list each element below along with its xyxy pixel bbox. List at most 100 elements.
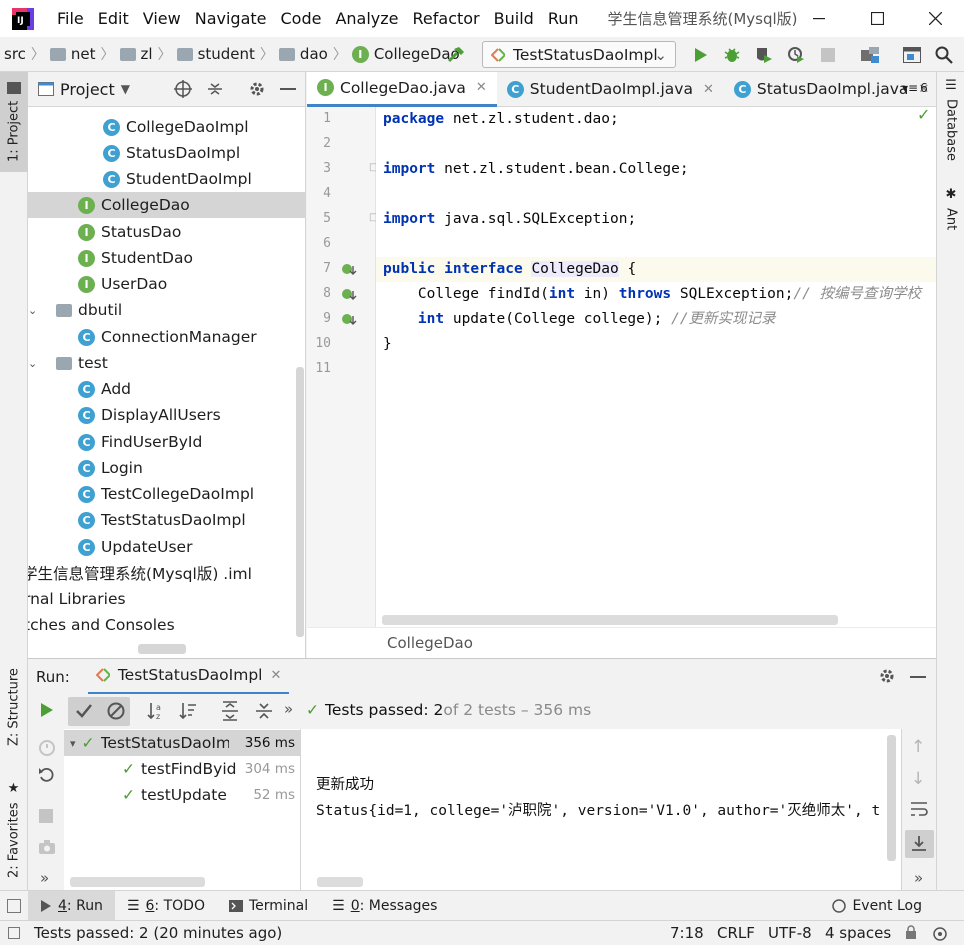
- tree-item-external-libraries[interactable]: rnal Libraries: [28, 586, 126, 612]
- search-icon[interactable]: [934, 45, 954, 65]
- soft-wrap-icon[interactable]: [910, 801, 928, 817]
- tree-item-iml-file[interactable]: 学生信息管理系统(Mysql版) .iml: [28, 560, 252, 586]
- menu-code[interactable]: Code: [274, 9, 329, 28]
- tool-tab-project[interactable]: 1: Project: [0, 72, 28, 172]
- menu-analyze[interactable]: Analyze: [328, 9, 405, 28]
- tree-item-add[interactable]: C Add: [78, 376, 131, 402]
- tree-item-scratches[interactable]: tches and Consoles: [28, 612, 175, 638]
- tool-messages[interactable]: ☰ 0: Messages: [320, 891, 449, 921]
- implemented-marker-icon[interactable]: [341, 262, 357, 278]
- file-encoding[interactable]: UTF-8: [768, 924, 812, 942]
- gear-icon[interactable]: [878, 667, 896, 685]
- arrow-down-icon[interactable]: ↓: [911, 769, 925, 789]
- chevron-down-icon[interactable]: ▼: [121, 82, 130, 96]
- tool-run[interactable]: 4: Run: [28, 890, 115, 921]
- tool-tab-database[interactable]: ☰ Database: [937, 78, 964, 178]
- stop-icon[interactable]: [818, 45, 838, 65]
- menu-edit[interactable]: Edit: [91, 9, 136, 28]
- rerun-icon[interactable]: [38, 702, 54, 718]
- run-tab-teststatusdaoimpl[interactable]: TestStatusDaoImpl ✕: [87, 659, 290, 695]
- project-structure-icon[interactable]: [860, 45, 880, 65]
- rerun-failed-icon[interactable]: [38, 766, 56, 784]
- tool-terminal[interactable]: Terminal: [217, 891, 320, 921]
- tree-hscrollbar[interactable]: [70, 877, 205, 887]
- gear-icon[interactable]: [248, 80, 266, 98]
- menu-view[interactable]: View: [136, 9, 188, 28]
- status-icon[interactable]: [0, 927, 28, 939]
- tree-item-connectionmanager[interactable]: C ConnectionManager: [78, 324, 257, 350]
- caret-position[interactable]: 7:18: [670, 924, 704, 942]
- tool-event-log[interactable]: Event Log: [820, 891, 934, 921]
- tree-item-statusdao[interactable]: I StatusDao: [78, 219, 181, 245]
- project-scrollbar[interactable]: [296, 367, 304, 637]
- sort-duration-icon[interactable]: [178, 701, 198, 721]
- camera-icon[interactable]: [38, 839, 56, 855]
- hide-panel-icon[interactable]: [910, 676, 926, 678]
- tree-item-displayallusers[interactable]: C DisplayAllUsers: [78, 402, 221, 428]
- chevron-down-icon[interactable]: ⌄: [28, 357, 38, 370]
- collapse-all-icon[interactable]: [206, 80, 224, 98]
- console-output[interactable]: 更新成功 Status{id=1, college='泸职院', version…: [301, 729, 901, 890]
- tool-tab-favorites[interactable]: 2: Favorites ★: [0, 772, 28, 887]
- toggle-tool-windows-icon[interactable]: [0, 898, 28, 913]
- tool-tab-structure[interactable]: Z: Structure: [0, 657, 28, 757]
- menu-refactor[interactable]: Refactor: [406, 9, 487, 28]
- tool-tab-ant[interactable]: ✱ Ant: [937, 187, 964, 247]
- coverage-icon[interactable]: [754, 45, 774, 65]
- crumb-zl[interactable]: zl: [116, 45, 157, 63]
- tree-item-collegedaoimpl[interactable]: C CollegeDaoImpl: [103, 114, 249, 140]
- test-row-findbyid[interactable]: ✓ testFindByid 304 ms: [64, 756, 301, 782]
- lock-icon[interactable]: [905, 925, 917, 939]
- implemented-marker-icon[interactable]: [341, 287, 357, 303]
- more-icon[interactable]: »: [284, 700, 293, 718]
- tree-item-studentdao[interactable]: I StudentDao: [78, 245, 193, 271]
- project-hscrollbar[interactable]: [138, 644, 186, 654]
- editor-hscrollbar[interactable]: [382, 615, 838, 625]
- tree-item-studentdaoimpl[interactable]: C StudentDaoImpl: [103, 166, 252, 192]
- stop-icon[interactable]: [39, 809, 53, 823]
- status-message[interactable]: Tests passed: 2 (20 minutes ago): [34, 924, 282, 942]
- tree-item-teststatusdaoimpl[interactable]: C TestStatusDaoImpl: [78, 507, 246, 533]
- tree-item-finduserbyid[interactable]: C FindUserById: [78, 429, 202, 455]
- no-problems-check-icon[interactable]: ✓: [917, 107, 930, 124]
- chevron-down-icon[interactable]: ▾: [70, 737, 76, 750]
- menu-run[interactable]: Run: [541, 9, 586, 28]
- minimize-button[interactable]: [790, 0, 848, 37]
- editor-breadcrumb[interactable]: CollegeDao: [307, 627, 936, 658]
- locate-icon[interactable]: [174, 80, 192, 98]
- chevron-down-icon[interactable]: ⌄: [28, 304, 38, 317]
- collapse-all-icon[interactable]: [254, 701, 274, 721]
- run-icon[interactable]: [690, 45, 710, 65]
- tree-item-login[interactable]: C Login: [78, 455, 143, 481]
- crumb-student[interactable]: student: [173, 45, 259, 63]
- tree-item-updateuser[interactable]: C UpdateUser: [78, 534, 192, 560]
- expand-all-icon[interactable]: [220, 701, 240, 721]
- show-passed-icon[interactable]: [74, 701, 94, 721]
- crumb-src[interactable]: src: [0, 45, 30, 63]
- menu-file[interactable]: File: [50, 9, 91, 28]
- tree-item-test[interactable]: ⌄ test: [28, 350, 108, 376]
- tab-overflow-button[interactable]: ▾≡ 6: [902, 81, 928, 95]
- tree-item-collegedao[interactable]: I CollegeDao: [28, 192, 305, 218]
- close-tab-icon[interactable]: ✕: [703, 82, 714, 97]
- run-configuration-select[interactable]: TestStatusDaoImpl ⌄: [482, 41, 676, 68]
- close-tab-icon[interactable]: ✕: [476, 80, 487, 95]
- console-hscrollbar[interactable]: [317, 877, 363, 887]
- more-icon[interactable]: »: [40, 869, 49, 887]
- crumb-dao[interactable]: dao: [275, 45, 332, 63]
- debug-rerun-icon[interactable]: [38, 739, 56, 757]
- debug-icon[interactable]: [722, 45, 742, 65]
- tool-todo[interactable]: ☰ 6: TODO: [115, 891, 217, 921]
- menu-build[interactable]: Build: [487, 9, 541, 28]
- menu-navigate[interactable]: Navigate: [188, 9, 274, 28]
- close-tab-icon[interactable]: ✕: [270, 668, 281, 683]
- implemented-marker-icon[interactable]: [341, 312, 357, 328]
- crumb-net[interactable]: net: [46, 45, 100, 63]
- arrow-up-icon[interactable]: ↑: [911, 737, 925, 757]
- show-ignored-icon[interactable]: [106, 701, 126, 721]
- project-title[interactable]: Project: [60, 80, 115, 99]
- tree-item-dbutil[interactable]: ⌄ dbutil: [28, 297, 122, 323]
- inspector-icon[interactable]: [932, 925, 948, 941]
- layout-icon[interactable]: [902, 45, 922, 65]
- indent-setting[interactable]: 4 spaces: [825, 924, 891, 942]
